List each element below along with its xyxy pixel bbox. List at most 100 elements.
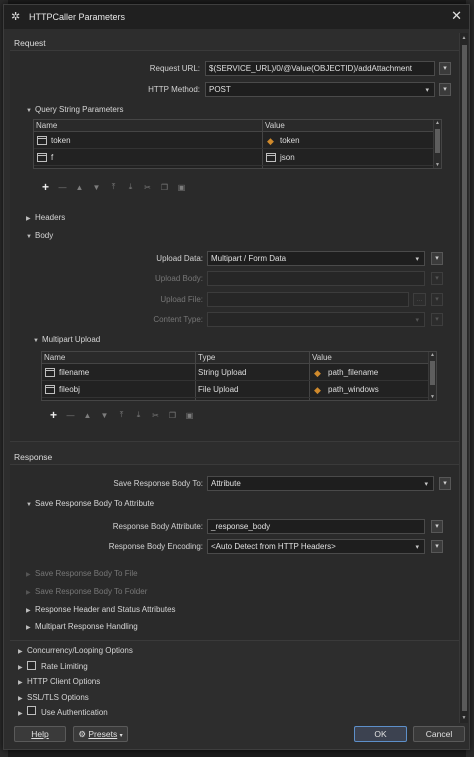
- authentication-toggle[interactable]: ▶: [18, 708, 27, 717]
- http-method-select[interactable]: POST ▾: [205, 82, 435, 97]
- move-top-icon[interactable]: ⤒: [105, 182, 122, 192]
- http-client-toggle[interactable]: ▶ HTTP Client Options: [18, 677, 100, 686]
- multipart-upload-toggle[interactable]: ▼ Multipart Upload: [33, 335, 100, 344]
- body-attribute-menu-button[interactable]: ▾: [431, 520, 443, 533]
- move-down-icon[interactable]: ▼: [88, 183, 105, 192]
- paste-icon[interactable]: ▣: [173, 183, 190, 192]
- table-row[interactable]: f json: [34, 150, 434, 166]
- body-label: Body: [35, 231, 54, 240]
- save-body-to-value: Attribute: [211, 479, 241, 488]
- move-top-icon[interactable]: ⤒: [113, 410, 130, 420]
- upload-data-select[interactable]: Multipart / Form Data ▾: [207, 251, 425, 266]
- dialog-window: ✲ HTTPCaller Parameters ✕ Request Reques…: [3, 4, 470, 750]
- scroll-thumb[interactable]: [435, 129, 440, 153]
- move-up-icon[interactable]: ▲: [79, 411, 96, 420]
- collapsed-triangle-icon: ▶: [18, 680, 23, 686]
- body-encoding-select[interactable]: <Auto Detect from HTTP Headers> ▾: [207, 539, 425, 554]
- http-method-value: POST: [209, 85, 231, 94]
- request-section-header: Request: [14, 38, 46, 48]
- request-url-field[interactable]: $(SERVICE_URL)/0/@Value(OBJECTID)/addAtt…: [205, 61, 435, 76]
- table-row[interactable]: token ◆ token: [34, 133, 434, 149]
- body-attribute-value: _response_body: [211, 522, 271, 531]
- ssl-toggle[interactable]: ▶ SSL/TLS Options: [18, 693, 89, 702]
- concurrency-toggle[interactable]: ▶ Concurrency/Looping Options: [18, 646, 133, 655]
- row-name: fileobj: [59, 385, 80, 394]
- move-bottom-icon[interactable]: ⤓: [122, 182, 139, 192]
- content-type-select[interactable]: ▾: [207, 312, 425, 327]
- headers-toggle[interactable]: ▶ Headers: [26, 213, 65, 222]
- body-toggle[interactable]: ▼ Body: [26, 231, 53, 240]
- query-params-label: Query String Parameters: [35, 105, 124, 114]
- remove-icon[interactable]: —: [54, 183, 71, 192]
- chevron-down-icon: ▾: [415, 544, 419, 551]
- copy-icon[interactable]: ❐: [156, 183, 173, 192]
- browse-button[interactable]: ...: [413, 293, 426, 306]
- column-name: Name: [44, 353, 66, 362]
- save-body-to-label: Save Response Body To:: [113, 479, 203, 488]
- cut-icon[interactable]: ✂: [139, 183, 156, 192]
- query-table-header: Name Value: [34, 120, 434, 132]
- ssl-label: SSL/TLS Options: [27, 693, 89, 702]
- scroll-down-icon[interactable]: ▼: [429, 394, 436, 400]
- header-status-toggle[interactable]: ▶ Response Header and Status Attributes: [26, 605, 176, 614]
- ok-button[interactable]: OK: [354, 726, 407, 742]
- save-to-attribute-toggle[interactable]: ▼ Save Response Body To Attribute: [26, 499, 154, 508]
- add-icon[interactable]: +: [45, 408, 62, 422]
- http-method-menu-button[interactable]: ▾: [439, 83, 451, 96]
- move-down-icon[interactable]: ▼: [96, 411, 113, 420]
- upload-data-menu-button[interactable]: ▾: [431, 252, 443, 265]
- row-type: String Upload: [198, 368, 247, 377]
- dialog-title: HTTPCaller Parameters: [29, 12, 126, 22]
- add-icon[interactable]: +: [37, 180, 54, 194]
- multipart-table-scrollbar[interactable]: ▲ ▼: [428, 352, 436, 400]
- attribute-icon: ◆: [267, 136, 274, 146]
- save-body-to-menu-button[interactable]: ▾: [439, 477, 451, 490]
- cut-icon[interactable]: ✂: [147, 411, 164, 420]
- scroll-down-icon[interactable]: ▼: [434, 162, 441, 168]
- copy-icon[interactable]: ❐: [164, 411, 181, 420]
- move-up-icon[interactable]: ▲: [71, 183, 88, 192]
- save-body-to-select[interactable]: Attribute ▾: [207, 476, 434, 491]
- save-to-folder-toggle[interactable]: ▶ Save Response Body To Folder: [26, 587, 147, 596]
- upload-file-field[interactable]: [207, 292, 409, 307]
- authentication-checkbox[interactable]: [27, 706, 36, 715]
- headers-label: Headers: [35, 213, 66, 222]
- content-type-label: Content Type:: [153, 315, 203, 324]
- dialog-scrollbar[interactable]: ▲ ▼: [459, 33, 468, 723]
- query-params-table: Name Value token ◆ token f json ▲ ▼: [33, 119, 442, 169]
- upload-body-menu-button[interactable]: ▾: [431, 272, 443, 285]
- scroll-up-icon[interactable]: ▲: [434, 120, 441, 126]
- presets-button[interactable]: ⚙ Presets ▾: [73, 726, 128, 742]
- scroll-down-icon[interactable]: ▼: [461, 715, 467, 721]
- scroll-up-icon[interactable]: ▲: [429, 352, 436, 358]
- scroll-thumb[interactable]: [462, 45, 467, 711]
- string-icon: [45, 368, 55, 377]
- table-row[interactable]: fileobj File Upload ◆ path_windows: [42, 382, 429, 398]
- paste-icon[interactable]: ▣: [181, 411, 198, 420]
- save-to-attribute-label: Save Response Body To Attribute: [35, 499, 155, 508]
- close-icon[interactable]: ✕: [451, 9, 462, 23]
- table-row[interactable]: filename String Upload ◆ path_filename: [42, 365, 429, 381]
- save-to-file-toggle[interactable]: ▶ Save Response Body To File: [26, 569, 138, 578]
- scroll-up-icon[interactable]: ▲: [461, 35, 467, 41]
- cancel-label: Cancel: [425, 729, 453, 739]
- rate-limiting-toggle[interactable]: ▶: [18, 662, 27, 671]
- body-attribute-field[interactable]: _response_body: [207, 519, 425, 534]
- content-type-menu-button[interactable]: ▾: [431, 313, 443, 326]
- scroll-thumb[interactable]: [430, 361, 435, 385]
- collapsed-triangle-icon: ▶: [26, 590, 31, 596]
- collapsed-triangle-icon: ▶: [18, 649, 23, 655]
- rate-limiting-checkbox[interactable]: [27, 661, 36, 670]
- help-button[interactable]: Help: [14, 726, 66, 742]
- upload-body-field[interactable]: [207, 271, 425, 286]
- upload-file-menu-button[interactable]: ▾: [431, 293, 443, 306]
- body-encoding-menu-button[interactable]: ▾: [431, 540, 443, 553]
- move-bottom-icon[interactable]: ⤓: [130, 410, 147, 420]
- cancel-button[interactable]: Cancel: [413, 726, 465, 742]
- multipart-handling-toggle[interactable]: ▶ Multipart Response Handling: [26, 622, 138, 631]
- request-url-menu-button[interactable]: ▾: [439, 62, 451, 75]
- query-table-scrollbar[interactable]: ▲ ▼: [433, 120, 441, 168]
- query-params-toggle[interactable]: ▼ Query String Parameters: [26, 105, 123, 114]
- remove-icon[interactable]: —: [62, 411, 79, 420]
- http-method-label: HTTP Method:: [148, 85, 200, 94]
